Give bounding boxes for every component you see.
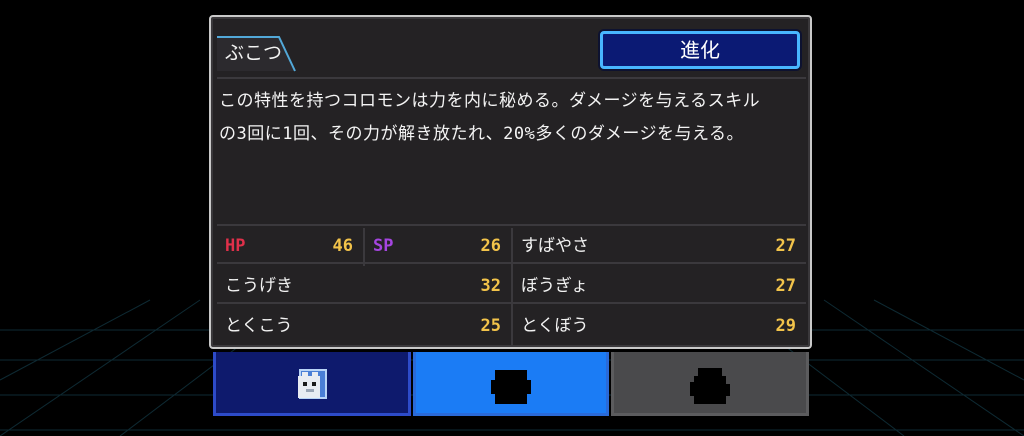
tab-current-form[interactable] (213, 352, 411, 416)
silhouette-icon (491, 370, 531, 404)
stat-hp: HP 46 (217, 228, 363, 264)
header-divider (217, 77, 806, 79)
stat-sp-attack-label: とくこう (225, 316, 293, 336)
stat-sp-defense: とくぼう 29 (513, 308, 806, 344)
ability-description: この特性を持つコロモンは力を内に秘める。ダメージを与えるスキル の3回に1回、そ… (219, 91, 761, 144)
stat-hp-label: HP (225, 236, 246, 256)
stat-sp-value: 26 (480, 236, 501, 256)
stat-defense: ぼうぎょ 27 (513, 268, 806, 304)
ability-name: ぶこつ (225, 42, 283, 64)
stat-speed: すばやさ 27 (513, 228, 806, 264)
stat-defense-value: 27 (775, 276, 796, 296)
silhouette-icon (690, 368, 730, 404)
stats-divider (217, 224, 806, 226)
stat-attack-value: 32 (480, 276, 501, 296)
stats-separator (363, 228, 365, 266)
stat-defense-label: ぼうぎょ (521, 276, 589, 296)
stat-speed-label: すばやさ (521, 236, 589, 256)
stat-sp-label: SP (373, 236, 394, 256)
stats-table: HP 46 SP 26 すばやさ 27 こうげき 32 ぼうぎょ 27 とくこう… (217, 228, 806, 346)
stats-separator (511, 228, 513, 346)
stat-attack: こうげき 32 (217, 268, 511, 304)
stat-sp-defense-value: 29 (775, 316, 796, 336)
stat-sp-defense-label: とくぼう (521, 316, 589, 336)
evolution-tabs (213, 352, 809, 416)
tab-evolution-2[interactable] (413, 352, 609, 416)
stat-hp-value: 46 (332, 236, 353, 256)
stat-attack-label: こうげき (225, 276, 293, 296)
digimon-sprite-icon (298, 369, 327, 399)
ability-info-panel: ぶこつ 進化 この特性を持つコロモンは力を内に秘める。ダメージを与えるスキル の… (209, 15, 812, 349)
tab-evolution-3[interactable] (611, 352, 809, 416)
evolve-button[interactable]: 進化 (600, 31, 800, 69)
stat-sp-attack-value: 25 (480, 316, 501, 336)
stat-sp: SP 26 (365, 228, 511, 264)
stat-sp-attack: とくこう 25 (217, 308, 511, 344)
stat-speed-value: 27 (775, 236, 796, 256)
